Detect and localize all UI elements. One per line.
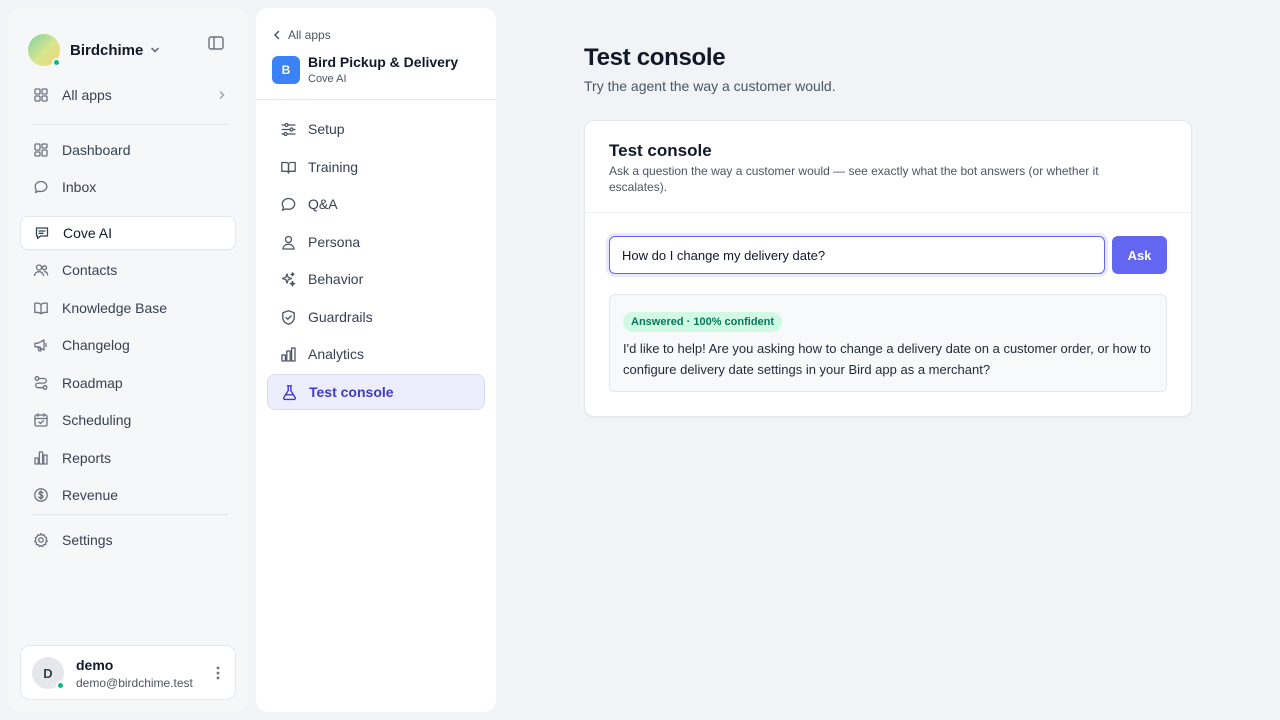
shield-check-icon	[282, 309, 295, 325]
primary-sidebar: Birdchime All apps Dashboard Inbox Cove …	[8, 8, 248, 712]
sidebar-toggle-icon[interactable]	[207, 34, 225, 52]
bar-chart-icon	[34, 451, 48, 465]
app-nav-label: Analytics	[308, 346, 365, 362]
workspace-switcher[interactable]: Birdchime	[28, 26, 161, 74]
answer-panel: Answered · 100% confident I'd like to he…	[609, 294, 1167, 392]
app-badge-letter: B	[281, 63, 291, 77]
page-subtitle: Try the agent the way a customer would.	[584, 78, 836, 94]
online-status-dot	[56, 681, 65, 690]
sidebar-item-label: Settings	[62, 532, 113, 548]
sidebar-item-label: Cove AI	[63, 225, 113, 241]
app-sidebar-divider	[256, 99, 496, 100]
app-nav-test-console[interactable]: Test console	[267, 374, 485, 410]
app-nav-label: Behavior	[308, 271, 364, 287]
sidebar-item-label: Roadmap	[62, 375, 123, 391]
flask-icon	[282, 384, 297, 400]
back-to-all-apps-link[interactable]: All apps	[272, 28, 331, 42]
ask-button[interactable]: Ask	[1112, 236, 1167, 274]
avatar-initial: D	[43, 665, 53, 681]
grid-icon	[34, 88, 48, 102]
users-icon	[33, 264, 49, 277]
page-title: Test console	[584, 44, 726, 71]
app-name: Bird Pickup & Delivery	[308, 54, 459, 70]
sidebar-item-label: Knowledge Base	[62, 300, 168, 316]
sidebar-divider	[32, 514, 228, 515]
sidebar-item-knowledge-base[interactable]: Knowledge Base	[20, 291, 236, 325]
chevron-down-icon	[151, 47, 160, 53]
sidebar-item-revenue[interactable]: Revenue	[20, 478, 236, 512]
sidebar-item-reports[interactable]: Reports	[20, 441, 236, 475]
app-nav-label: Setup	[308, 121, 345, 137]
dollar-icon	[34, 488, 48, 502]
app-subtitle: Cove AI	[308, 73, 347, 85]
bar-chart-icon	[281, 346, 296, 362]
status-badge: Answered · 100% confident	[623, 312, 783, 332]
sidebar-item-cove-ai[interactable]: Cove AI	[20, 216, 236, 250]
user-email: demo@birdchime.test	[76, 676, 193, 690]
route-icon	[34, 376, 48, 390]
app-nav-training[interactable]: Training	[267, 149, 485, 185]
calendar-icon	[34, 413, 48, 427]
user-menu[interactable]: D demo demo@birdchime.test	[20, 645, 236, 700]
sidebar-item-contacts[interactable]: Contacts	[20, 253, 236, 287]
gear-icon	[34, 532, 48, 548]
sidebar-item-changelog[interactable]: Changelog	[20, 328, 236, 362]
sidebar-item-dashboard[interactable]: Dashboard	[20, 133, 236, 167]
sidebar-item-label: Inbox	[62, 179, 97, 195]
app-nav-label: Test console	[309, 384, 394, 400]
user-name: demo	[76, 657, 114, 673]
sidebar-item-roadmap[interactable]: Roadmap	[20, 366, 236, 400]
person-icon	[282, 235, 295, 250]
chat-bubble-icon	[281, 197, 296, 211]
sidebar-item-label: Dashboard	[62, 142, 131, 158]
sidebar-divider	[32, 124, 228, 125]
book-icon	[34, 302, 48, 315]
card-description: Ask a question the way a customer would …	[609, 164, 1099, 194]
sidebar-item-label: Revenue	[62, 487, 119, 503]
back-link-label: All apps	[288, 28, 331, 42]
sidebar-item-settings[interactable]: Settings	[20, 523, 236, 557]
question-input[interactable]	[609, 236, 1105, 274]
dashboard-icon	[34, 143, 48, 157]
app-nav-behavior[interactable]: Behavior	[267, 261, 485, 297]
test-console-card: Test console Ask a question the way a cu…	[584, 120, 1192, 417]
app-nav-label: Persona	[308, 234, 361, 250]
answer-text: I'd like to help! Are you asking how to …	[623, 341, 1151, 377]
app-nav-label: Training	[308, 159, 359, 175]
sidebar-item-label: Changelog	[62, 337, 130, 353]
workspace-avatar	[28, 34, 61, 67]
sidebar-item-scheduling[interactable]: Scheduling	[20, 403, 236, 437]
app-nav-setup[interactable]: Setup	[267, 111, 485, 147]
card-title: Test console	[609, 141, 712, 160]
app-nav-analytics[interactable]: Analytics	[267, 336, 485, 372]
card-divider	[585, 212, 1191, 213]
app-sidebar: All apps B Bird Pickup & Delivery Cove A…	[256, 8, 496, 712]
sparkles-icon	[281, 271, 296, 287]
app-nav-persona[interactable]: Persona	[267, 224, 485, 260]
app-nav-label: Q&A	[308, 196, 338, 212]
sidebar-item-inbox[interactable]: Inbox	[20, 170, 236, 204]
more-vertical-icon[interactable]	[211, 664, 225, 682]
chevron-right-icon	[219, 91, 225, 99]
sidebar-item-label: All apps	[62, 87, 112, 103]
sidebar-item-all-apps[interactable]: All apps	[20, 78, 236, 112]
open-book-icon	[281, 161, 296, 174]
sidebar-item-label: Scheduling	[62, 412, 132, 428]
app-badge: B	[272, 56, 300, 84]
avatar: D	[32, 657, 65, 690]
chat-square-icon	[35, 227, 49, 240]
sidebar-item-label: Contacts	[62, 262, 118, 278]
workspace-name: Birdchime	[70, 41, 144, 59]
chevron-left-icon	[273, 30, 280, 40]
sliders-icon	[281, 122, 296, 136]
online-status-dot	[52, 58, 61, 67]
sidebar-item-label: Reports	[62, 450, 112, 466]
app-nav-qa[interactable]: Q&A	[267, 186, 485, 222]
app-nav-label: Guardrails	[308, 309, 373, 325]
app-nav-guardrails[interactable]: Guardrails	[267, 299, 485, 335]
megaphone-icon	[34, 339, 47, 352]
chat-bubble-icon	[34, 180, 48, 194]
